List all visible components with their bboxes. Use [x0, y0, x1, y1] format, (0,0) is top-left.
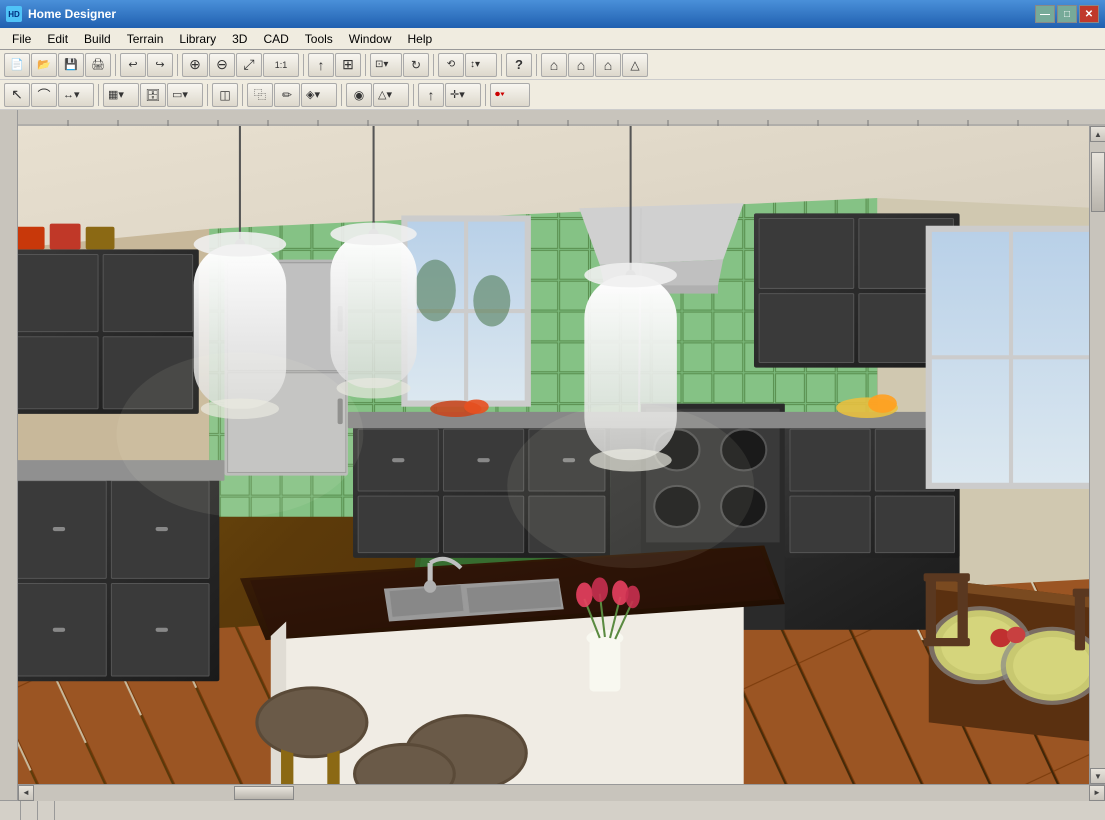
polyline-tool[interactable]: ⌒ — [31, 83, 57, 107]
canvas-container: ▲ ▼ ◄ ► — [18, 110, 1105, 800]
copy-tool[interactable]: ⿻ — [247, 83, 273, 107]
close-button[interactable]: ✕ — [1079, 5, 1099, 23]
left-ruler — [0, 110, 18, 800]
menu-edit[interactable]: Edit — [39, 30, 76, 48]
sep-t-3 — [242, 84, 243, 106]
canvas-with-scrollbar: ▲ ▼ — [18, 126, 1105, 784]
view-dropdown[interactable]: ⊡▾ — [370, 53, 402, 77]
scroll-down-button[interactable]: ▼ — [1090, 768, 1105, 784]
scroll-up-button[interactable]: ▲ — [1090, 126, 1105, 142]
top-ruler — [18, 110, 1105, 126]
separator-3 — [303, 54, 304, 76]
material-dropdown[interactable]: △▾ — [373, 83, 409, 107]
toolbar-main: 📄 📂 💾 🖨 ↩ ↪ ⊕ ⊖ ⤢ 1:1 ↑ ⊞ ⊡▾ ↻ ⟲ ↕▾ ? ⌂ … — [0, 50, 1105, 80]
house-roof-btn[interactable]: △ — [622, 53, 648, 77]
scroll-track-v — [1090, 142, 1105, 768]
status-segment-3 — [38, 801, 55, 820]
main-area: ▲ ▼ ◄ ► — [0, 110, 1105, 800]
scroll-thumb-v[interactable] — [1091, 152, 1105, 212]
scroll-thumb-h[interactable] — [234, 786, 294, 800]
scroll-right-button[interactable]: ► — [1089, 785, 1105, 801]
cabinet-dropdown[interactable]: ▭▾ — [167, 83, 203, 107]
move-dropdown[interactable]: ✛▾ — [445, 83, 481, 107]
zoom-real-button[interactable]: 1:1 — [263, 53, 299, 77]
redo-button[interactable]: ↪ — [147, 53, 173, 77]
house-exterior-btn[interactable]: ⌂ — [541, 53, 567, 77]
help-button[interactable]: ? — [506, 53, 532, 77]
save-button[interactable]: 💾 — [58, 53, 84, 77]
canvas-area[interactable] — [18, 126, 1089, 784]
toolbar-tools: ↖ ⌒ ↔▾ ▦▾ 🗄 ▭▾ ◫ ⿻ ✏ ◈▾ ◉ △▾ ↑ ✛▾ ⏺▾ — [0, 80, 1105, 110]
menu-window[interactable]: Window — [341, 30, 400, 48]
bottom-scrollbar: ◄ ► — [18, 784, 1105, 800]
menu-file[interactable]: File — [4, 30, 39, 48]
zoom-area-button[interactable]: ⊞ — [335, 53, 361, 77]
sep-t-5 — [413, 84, 414, 106]
fill-window-button[interactable]: ⤢ — [236, 53, 262, 77]
open-button[interactable]: 📂 — [31, 53, 57, 77]
sep-t-2 — [207, 84, 208, 106]
menu-library[interactable]: Library — [171, 30, 224, 48]
cabinet-tool[interactable]: 🗄 — [140, 83, 166, 107]
sync-button[interactable]: ⟲ — [438, 53, 464, 77]
separator-6 — [501, 54, 502, 76]
window-title: Home Designer — [28, 7, 1035, 21]
separator-1 — [115, 54, 116, 76]
menu-cad[interactable]: CAD — [255, 30, 296, 48]
sep-t-6 — [485, 84, 486, 106]
zoom-in-button[interactable]: ⊕ — [182, 53, 208, 77]
title-bar: HD Home Designer — □ ✕ — [0, 0, 1105, 28]
maximize-button[interactable]: □ — [1057, 5, 1077, 23]
separator-4 — [365, 54, 366, 76]
move-up-tool[interactable]: ↑ — [418, 83, 444, 107]
status-bar — [0, 800, 1105, 820]
window-controls: — □ ✕ — [1035, 5, 1099, 23]
menu-build[interactable]: Build — [76, 30, 119, 48]
material-tool[interactable]: ◉ — [346, 83, 372, 107]
house-back-btn[interactable]: ⌂ — [595, 53, 621, 77]
undo-button[interactable]: ↩ — [120, 53, 146, 77]
paint-tool[interactable]: ✏ — [274, 83, 300, 107]
kitchen-scene — [18, 126, 1089, 784]
right-scrollbar: ▲ ▼ — [1089, 126, 1105, 784]
arrow-up-button[interactable]: ↑ — [308, 53, 334, 77]
sep-t-4 — [341, 84, 342, 106]
fill-dropdown[interactable]: ▦▾ — [103, 83, 139, 107]
ruler-svg — [18, 110, 1105, 126]
scroll-track-h — [34, 785, 1089, 801]
print-button[interactable]: 🖨 — [85, 53, 111, 77]
status-segment-2 — [21, 801, 38, 820]
sep-t-1 — [98, 84, 99, 106]
menu-bar: File Edit Build Terrain Library 3D CAD T… — [0, 28, 1105, 50]
menu-terrain[interactable]: Terrain — [119, 30, 172, 48]
app-icon: HD — [6, 6, 22, 22]
menu-tools[interactable]: Tools — [297, 30, 341, 48]
rotate-button[interactable]: ↻ — [403, 53, 429, 77]
house-front-btn[interactable]: ⌂ — [568, 53, 594, 77]
measure-dropdown[interactable]: ↔▾ — [58, 83, 94, 107]
select-tool[interactable]: ↖ — [4, 83, 30, 107]
arrange-dropdown[interactable]: ↕▾ — [465, 53, 497, 77]
separator-5 — [433, 54, 434, 76]
separator-7 — [536, 54, 537, 76]
menu-3d[interactable]: 3D — [224, 30, 255, 48]
paint-dropdown[interactable]: ◈▾ — [301, 83, 337, 107]
status-segment-1 — [4, 801, 21, 820]
menu-help[interactable]: Help — [399, 30, 440, 48]
window-tool[interactable]: ◫ — [212, 83, 238, 107]
rec-dropdown[interactable]: ⏺▾ — [490, 83, 530, 107]
kitchen-scene-svg — [18, 126, 1089, 784]
minimize-button[interactable]: — — [1035, 5, 1055, 23]
scroll-left-button[interactable]: ◄ — [18, 785, 34, 801]
zoom-out-button[interactable]: ⊖ — [209, 53, 235, 77]
separator-2 — [177, 54, 178, 76]
new-button[interactable]: 📄 — [4, 53, 30, 77]
